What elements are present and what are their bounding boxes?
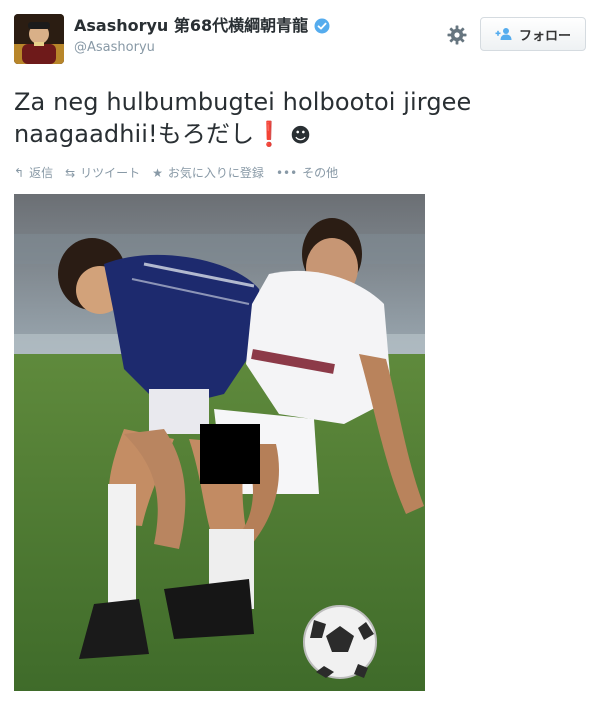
retweet-icon: ⇆: [65, 165, 76, 180]
reply-label: 返信: [29, 166, 54, 180]
verified-badge-icon: [314, 18, 330, 34]
follow-label: フォロー: [518, 28, 571, 44]
add-user-icon: [495, 27, 513, 41]
avatar[interactable]: [14, 14, 64, 64]
tweet-text: Za neg hulbumbugtei holbootoi jirgee naa…: [14, 86, 584, 151]
more-label: その他: [302, 166, 339, 180]
soccer-players-photo: [14, 194, 425, 691]
reply-action[interactable]: ↰ 返信: [14, 164, 53, 181]
tweet-photo[interactable]: [14, 194, 425, 691]
more-icon: •••: [275, 165, 298, 180]
retweet-label: リツイート: [80, 166, 141, 180]
exclamation-icon: ❗: [254, 120, 285, 148]
censor-box: [200, 424, 260, 484]
tweet-text-line-1: Za neg hulbumbugtei holbootoi jirgee: [14, 88, 472, 116]
gear-icon[interactable]: [446, 24, 468, 46]
star-icon: ★: [152, 165, 163, 180]
favorite-action[interactable]: ★ お気に入りに登録: [152, 164, 264, 181]
favorite-label: お気に入りに登録: [167, 166, 264, 180]
tweet-text-line-2: naagaadhii!もろだし❗ ☻: [14, 118, 584, 151]
soccer-ball-icon: [303, 605, 377, 679]
user-info: Asashoryu 第68代横綱朝青龍 @Asashoryu: [74, 16, 330, 57]
tweet-text-line-2-body: naagaadhii!もろだし: [14, 120, 255, 148]
user-handle[interactable]: @Asashoryu: [74, 39, 330, 57]
more-action[interactable]: ••• その他: [276, 164, 338, 181]
display-name-row[interactable]: Asashoryu 第68代横綱朝青龍: [74, 16, 330, 36]
tweet-actions: ↰ 返信 ⇆ リツイート ★ お気に入りに登録 ••• その他: [14, 164, 338, 181]
tweet-card: Asashoryu 第68代横綱朝青龍 @Asashoryu フォロー Za n…: [0, 0, 600, 702]
display-name[interactable]: Asashoryu 第68代横綱朝青龍: [74, 16, 308, 36]
follow-button[interactable]: フォロー: [480, 17, 586, 51]
reply-icon: ↰: [14, 165, 25, 180]
smiley-icon: ☻: [290, 123, 312, 147]
retweet-action[interactable]: ⇆ リツイート: [65, 164, 140, 181]
